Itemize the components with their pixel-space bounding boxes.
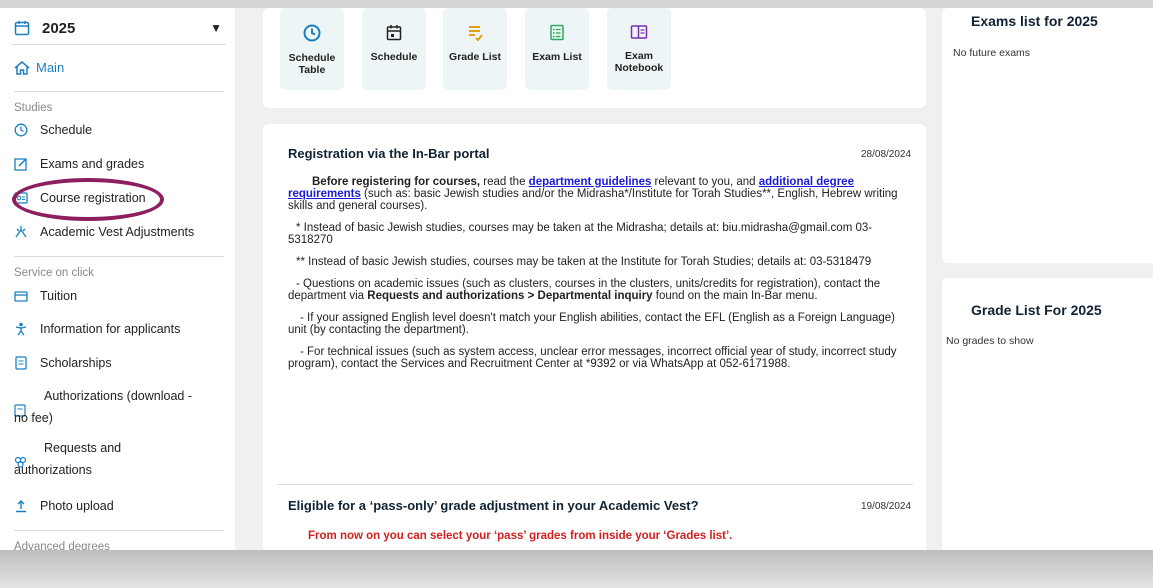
person-icon — [15, 322, 27, 336]
tile-label: Table — [298, 64, 326, 76]
sidebar-item-authorizations-download[interactable]: Authorizations (download - no fee) — [14, 386, 214, 430]
department-guidelines-link[interactable]: department guidelines — [529, 176, 652, 188]
sidebar-item-information-applicants[interactable]: Information for applicants — [14, 322, 180, 336]
sidebar: 2025 ▼ Main Studies Schedule Exams and g… — [0, 8, 235, 550]
paragraph: - For technical issues (such as system a… — [288, 346, 897, 370]
tile-exam-notebook[interactable]: Exam Notebook — [607, 8, 671, 90]
sidebar-item-label: Academic Vest Adjustments — [40, 225, 195, 239]
calendar-icon — [386, 25, 402, 41]
emphasis-text: Before registering for courses, — [312, 176, 481, 188]
tile-exam-list[interactable]: Exam List — [525, 8, 589, 90]
upload-icon — [16, 500, 26, 513]
emphasis-text: Requests and authorizations > Department… — [367, 290, 653, 302]
body-text: (such as: basic Jewish studies and/or th… — [288, 188, 898, 212]
grades-empty-text: No grades to show — [946, 335, 1034, 347]
sidebar-item-label: Scholarships — [40, 356, 112, 370]
news-title: Eligible for a ‘pass-only’ grade adjustm… — [288, 498, 699, 513]
news-card: Registration via the In-Bar portal 28/08… — [263, 124, 926, 550]
section-label-advanced: Advanced degrees — [14, 541, 110, 550]
sidebar-item-label: Exams and grades — [40, 157, 145, 171]
paragraph: - If your assigned English level doesn't… — [288, 312, 895, 336]
edit-icon — [14, 158, 27, 171]
body-text: read the — [480, 176, 529, 188]
chevron-down-icon: ▼ — [210, 21, 222, 35]
sidebar-item-tuition[interactable]: Tuition — [14, 289, 77, 303]
news-date: 28/08/2024 — [861, 149, 912, 160]
clock-icon — [14, 123, 28, 137]
tile-schedule[interactable]: Schedule — [362, 8, 426, 90]
home-icon — [14, 60, 30, 75]
divider — [14, 91, 224, 92]
exams-list-card: Exams list for 2025 No future exams — [942, 8, 1153, 263]
divider — [14, 530, 224, 531]
tile-grade-list[interactable]: Grade List — [443, 8, 507, 90]
sidebar-item-label: Requests and — [44, 441, 122, 455]
adjust-icon — [15, 226, 27, 238]
grade-list-title: Grade List For 2025 — [971, 302, 1102, 318]
sidebar-item-label: Information for applicants — [40, 322, 181, 336]
year-value: 2025 — [42, 19, 76, 37]
highlight-annotation-circle — [12, 178, 164, 221]
checklist-icon — [550, 24, 564, 41]
tile-label: Grade List — [449, 51, 501, 63]
section-label-service: Service on click — [14, 267, 94, 279]
exams-empty-text: No future exams — [953, 47, 1031, 59]
grade-list-card: Grade List For 2025 No grades to show — [942, 278, 1153, 550]
sidebar-item-label: Schedule — [40, 123, 93, 137]
news-body: Before registering for courses, read the… — [288, 176, 903, 380]
calendar-icon — [14, 21, 30, 36]
window-shadow — [0, 550, 1153, 588]
sidebar-item-schedule[interactable]: Schedule — [14, 123, 92, 137]
exams-list-title: Exams list for 2025 — [971, 13, 1098, 29]
year-select[interactable]: 2025 ▼ — [12, 12, 226, 45]
sidebar-item-label: Photo upload — [40, 499, 114, 513]
news-date: 19/08/2024 — [861, 501, 912, 512]
sidebar-item-main[interactable]: Main — [14, 60, 64, 75]
section-label-studies: Studies — [14, 102, 53, 114]
sidebar-item-academic-vest[interactable]: Academic Vest Adjustments — [14, 225, 194, 239]
notebook-icon — [630, 25, 648, 39]
wallet-icon — [14, 291, 28, 302]
tile-label: Exam List — [532, 51, 582, 63]
sidebar-item-requests-authorizations[interactable]: Requests and authorizations — [14, 438, 214, 482]
document-icon — [15, 356, 27, 370]
clock-icon — [303, 24, 321, 42]
tile-label: Schedule — [288, 52, 336, 64]
tile-label: Notebook — [614, 62, 664, 74]
divider — [277, 484, 913, 485]
sidebar-item-label: authorizations — [14, 463, 92, 477]
divider — [14, 256, 224, 257]
news-title: Registration via the In-Bar portal — [288, 146, 490, 161]
paragraph: ** Instead of basic Jewish studies, cour… — [296, 256, 872, 268]
tile-label: Exam — [624, 50, 654, 62]
sidebar-item-label: Authorizations (download - — [44, 389, 192, 403]
news-highlight-text: From now on you can select your ‘pass’ g… — [308, 530, 733, 542]
app-frame: 2025 ▼ Main Studies Schedule Exams and g… — [0, 8, 1153, 550]
tile-label: Schedule — [370, 51, 418, 63]
sidebar-item-label: Tuition — [40, 289, 78, 303]
sidebar-item-photo-upload[interactable]: Photo upload — [14, 499, 114, 513]
list-icon — [469, 26, 483, 41]
quick-links-card: Schedule Table Schedule Grade List Exam … — [263, 8, 926, 108]
body-text: relevant to you, and — [651, 176, 759, 188]
paragraph: * Instead of basic Jewish studies, cours… — [288, 222, 873, 246]
sidebar-item-scholarships[interactable]: Scholarships — [14, 356, 112, 370]
sidebar-item-label: Main — [36, 60, 65, 75]
sidebar-item-label: no fee) — [14, 411, 53, 425]
body-text: found on the main In-Bar menu. — [652, 290, 818, 302]
tile-schedule-table[interactable]: Schedule Table — [280, 8, 344, 90]
sidebar-item-exams-grades[interactable]: Exams and grades — [14, 157, 144, 171]
